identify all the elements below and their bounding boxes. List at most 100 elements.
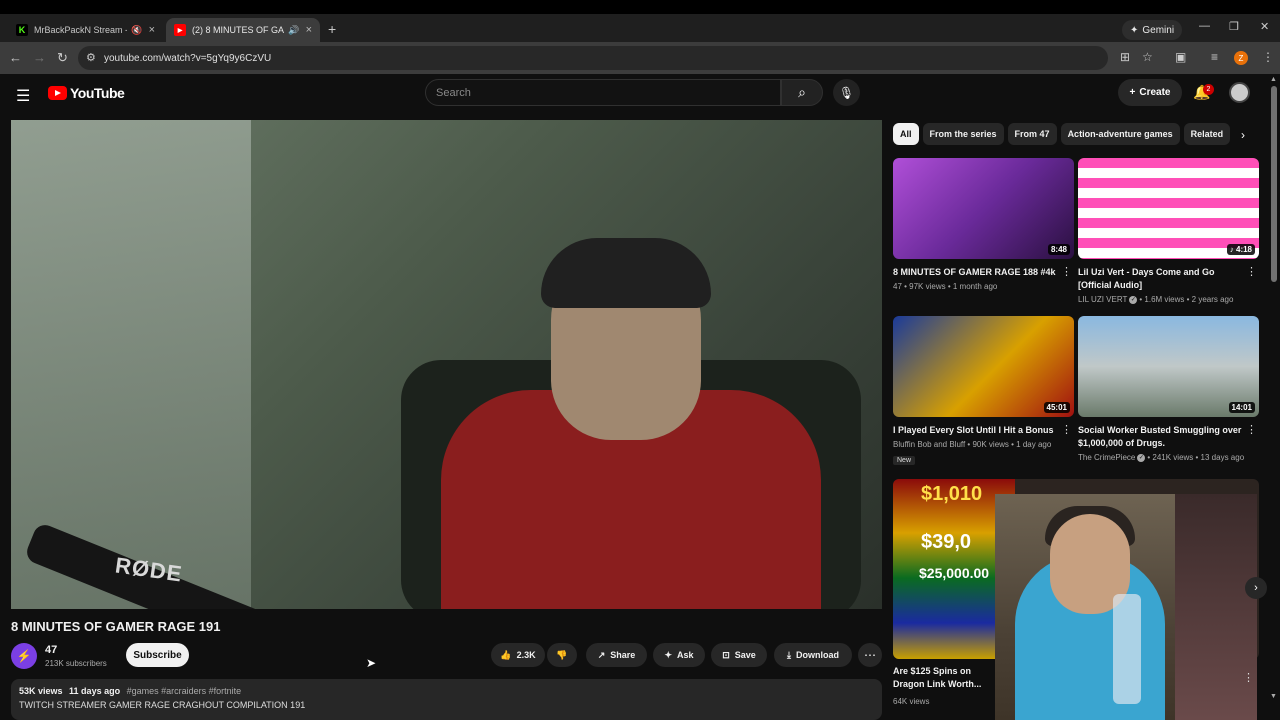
subscribe-button[interactable]: Subscribe xyxy=(126,643,189,667)
notifications-count-badge: 2 xyxy=(1203,84,1214,95)
kebab-menu-icon[interactable]: ⋮ xyxy=(1243,671,1254,684)
rec-channel-name: The CrimePiece xyxy=(1078,453,1136,462)
download-button[interactable]: ⤓ Download xyxy=(774,643,852,667)
chips-next-button[interactable]: › xyxy=(1233,125,1253,145)
url-field[interactable]: ⚙ youtube.com/watch?v=5gYq9y6CzVU xyxy=(78,46,1108,70)
profile-avatar[interactable]: Z xyxy=(1234,51,1248,65)
view-count: 53K views xyxy=(19,686,63,696)
media-control-icon[interactable]: ≡ xyxy=(1211,50,1218,64)
new-tab-button[interactable]: + xyxy=(328,21,336,37)
subscriber-count: 213K subscribers xyxy=(45,659,107,668)
video-frame-headphones xyxy=(541,238,711,308)
share-button[interactable]: ↗ Share xyxy=(586,643,647,667)
rec-channel[interactable]: 47 • 97K views • 1 month ago xyxy=(893,282,1074,291)
maximize-icon[interactable]: ❐ xyxy=(1229,20,1239,33)
rec-meta: 64K views xyxy=(893,697,930,706)
rec-channel[interactable]: Bluffin Bob and Bluff • 90K views • 1 da… xyxy=(893,440,1074,449)
search-input[interactable]: Search xyxy=(425,79,781,106)
account-avatar[interactable] xyxy=(1229,82,1250,103)
kebab-menu-icon[interactable]: ⋮ xyxy=(1246,265,1257,278)
kebab-menu-icon[interactable]: ⋮ xyxy=(1246,423,1257,436)
forward-icon[interactable]: → xyxy=(33,50,46,65)
recommendation-card[interactable]: 45:01 I Played Every Slot Until I Hit a … xyxy=(893,316,1074,467)
video-thumbnail[interactable]: ♪ 4:18 xyxy=(1078,158,1259,259)
recommendation-card[interactable]: 14:01 Social Worker Busted Smuggling ove… xyxy=(1078,316,1259,462)
chip-from-47[interactable]: From 47 xyxy=(1007,123,1057,145)
rec-title[interactable]: Are $125 Spins on Dragon Link Worth... xyxy=(893,665,993,691)
recommendation-card[interactable]: 8:48 8 MINUTES OF GAMER RAGE 188 #4k 47 … xyxy=(893,158,1074,291)
site-info-icon[interactable]: ⚙ xyxy=(86,51,96,64)
rec-channel[interactable]: The CrimePiece ✓ • 241K views • 13 days ag… xyxy=(1078,453,1259,462)
browser-menu-icon[interactable]: ⋮ xyxy=(1262,50,1274,64)
muted-icon[interactable]: 🔇 xyxy=(131,25,142,36)
verified-check-icon: ✓ xyxy=(1129,295,1138,304)
chip-from-the-series[interactable]: From the series xyxy=(922,123,1004,145)
dislike-button[interactable]: 👎 xyxy=(547,643,577,667)
mouse-cursor-icon: ➤ xyxy=(366,656,377,670)
video-duration: ♪ 4:18 xyxy=(1226,244,1255,255)
create-button[interactable]: + Create xyxy=(1118,79,1182,106)
like-button[interactable]: 👍 2.3K xyxy=(491,643,545,667)
video-thumbnail[interactable]: 8:48 xyxy=(893,158,1074,259)
slot-amount: $1,010 xyxy=(921,483,983,505)
menu-icon[interactable]: ☰ xyxy=(16,86,30,106)
scroll-up-icon[interactable]: ▲ xyxy=(1270,76,1277,83)
split-view-icon[interactable]: ▣ xyxy=(1175,50,1186,64)
install-app-icon[interactable]: ⊞ xyxy=(1120,50,1130,64)
rec-channel[interactable]: LIL UZI VERT ✓ • 1.6M views • 2 years ago xyxy=(1078,295,1259,304)
rec-meta: 241K views • 13 days ago xyxy=(1152,453,1245,462)
search-button[interactable]: ⌕ xyxy=(781,79,823,106)
voice-search-button[interactable]: 🎙 xyxy=(833,79,860,106)
minimize-icon[interactable]: — xyxy=(1199,20,1210,32)
rec-title[interactable]: I Played Every Slot Until I Hit a Bonus xyxy=(893,424,1074,437)
slot-amount: $25,000.00 xyxy=(919,565,990,581)
rec-title[interactable]: 8 MINUTES OF GAMER RAGE 188 #4k xyxy=(893,266,1074,279)
video-thumbnail[interactable]: 45:01 xyxy=(893,316,1074,417)
rec-channel-name: 47 xyxy=(893,282,902,291)
slot-amount: $39,0 xyxy=(921,531,972,553)
reload-icon[interactable]: ↻ xyxy=(57,50,68,66)
more-icon: ⋯ xyxy=(864,648,876,662)
rec-title[interactable]: Social Worker Busted Smuggling over $1,0… xyxy=(1078,424,1259,450)
chip-related[interactable]: Related xyxy=(1183,123,1231,145)
more-actions-button[interactable]: ⋯ xyxy=(858,643,882,667)
close-tab-icon[interactable]: × xyxy=(149,24,155,36)
ask-label: Ask xyxy=(677,650,694,660)
recommendation-card[interactable]: ♪ 4:18 Lil Uzi Vert - Days Come and Go [… xyxy=(1078,158,1259,304)
webcam-overlay xyxy=(995,494,1257,720)
gemini-button[interactable]: ✦ Gemini xyxy=(1122,20,1183,40)
like-count: 2.3K xyxy=(516,650,536,660)
video-player[interactable]: RØDE xyxy=(11,120,882,609)
video-duration: 45:01 xyxy=(1043,402,1070,413)
tab-youtube-video[interactable]: ▶ (2) 8 MINUTES OF GAMER R 🔊 × xyxy=(166,18,320,42)
channel-name[interactable]: 47 xyxy=(45,644,57,656)
kebab-menu-icon[interactable]: ⋮ xyxy=(1061,265,1072,278)
video-thumbnail[interactable]: 14:01 xyxy=(1078,316,1259,417)
kick-favicon-icon: K xyxy=(16,24,28,36)
description-box[interactable]: 53K views 11 days ago #games #arcraiders… xyxy=(11,679,882,720)
browser-tab-bar: K MrBackPackN Stream - Wa 🔇 × ▶ (2) 8 MI… xyxy=(0,0,1280,42)
hashtags[interactable]: #games #arcraiders #fortnite xyxy=(127,686,242,696)
back-icon[interactable]: ← xyxy=(9,50,22,65)
ask-button[interactable]: ✦ Ask xyxy=(653,643,705,667)
close-tab-icon[interactable]: × xyxy=(306,24,312,36)
chip-action-adventure-games[interactable]: Action-adventure games xyxy=(1060,123,1180,145)
shelf-next-button[interactable]: › xyxy=(1245,577,1267,599)
sparkle-icon: ✦ xyxy=(664,649,673,660)
audio-playing-icon[interactable]: 🔊 xyxy=(288,25,299,36)
save-button[interactable]: ⊡ Save xyxy=(711,643,767,667)
youtube-logo[interactable]: YouTube xyxy=(48,85,125,101)
page-scrollbar[interactable] xyxy=(1271,86,1277,282)
tab-mrbackpackn[interactable]: K MrBackPackN Stream - Wa 🔇 × xyxy=(8,18,163,42)
rec-channel-name: LIL UZI VERT xyxy=(1078,295,1128,304)
close-window-icon[interactable]: ✕ xyxy=(1260,20,1269,33)
chip-all[interactable]: All xyxy=(893,123,919,145)
video-duration: 14:01 xyxy=(1228,402,1255,413)
scroll-down-icon[interactable]: ▼ xyxy=(1270,693,1277,700)
channel-avatar[interactable]: ⚡ xyxy=(11,643,37,669)
rec-title[interactable]: Lil Uzi Vert - Days Come and Go [Officia… xyxy=(1078,266,1259,292)
bookmark-star-icon[interactable]: ☆ xyxy=(1142,50,1153,64)
rec-channel-name: Bluffin Bob and Bluff xyxy=(893,440,966,449)
kebab-menu-icon[interactable]: ⋮ xyxy=(1061,423,1072,436)
lightning-icon: ⚡ xyxy=(16,649,32,663)
